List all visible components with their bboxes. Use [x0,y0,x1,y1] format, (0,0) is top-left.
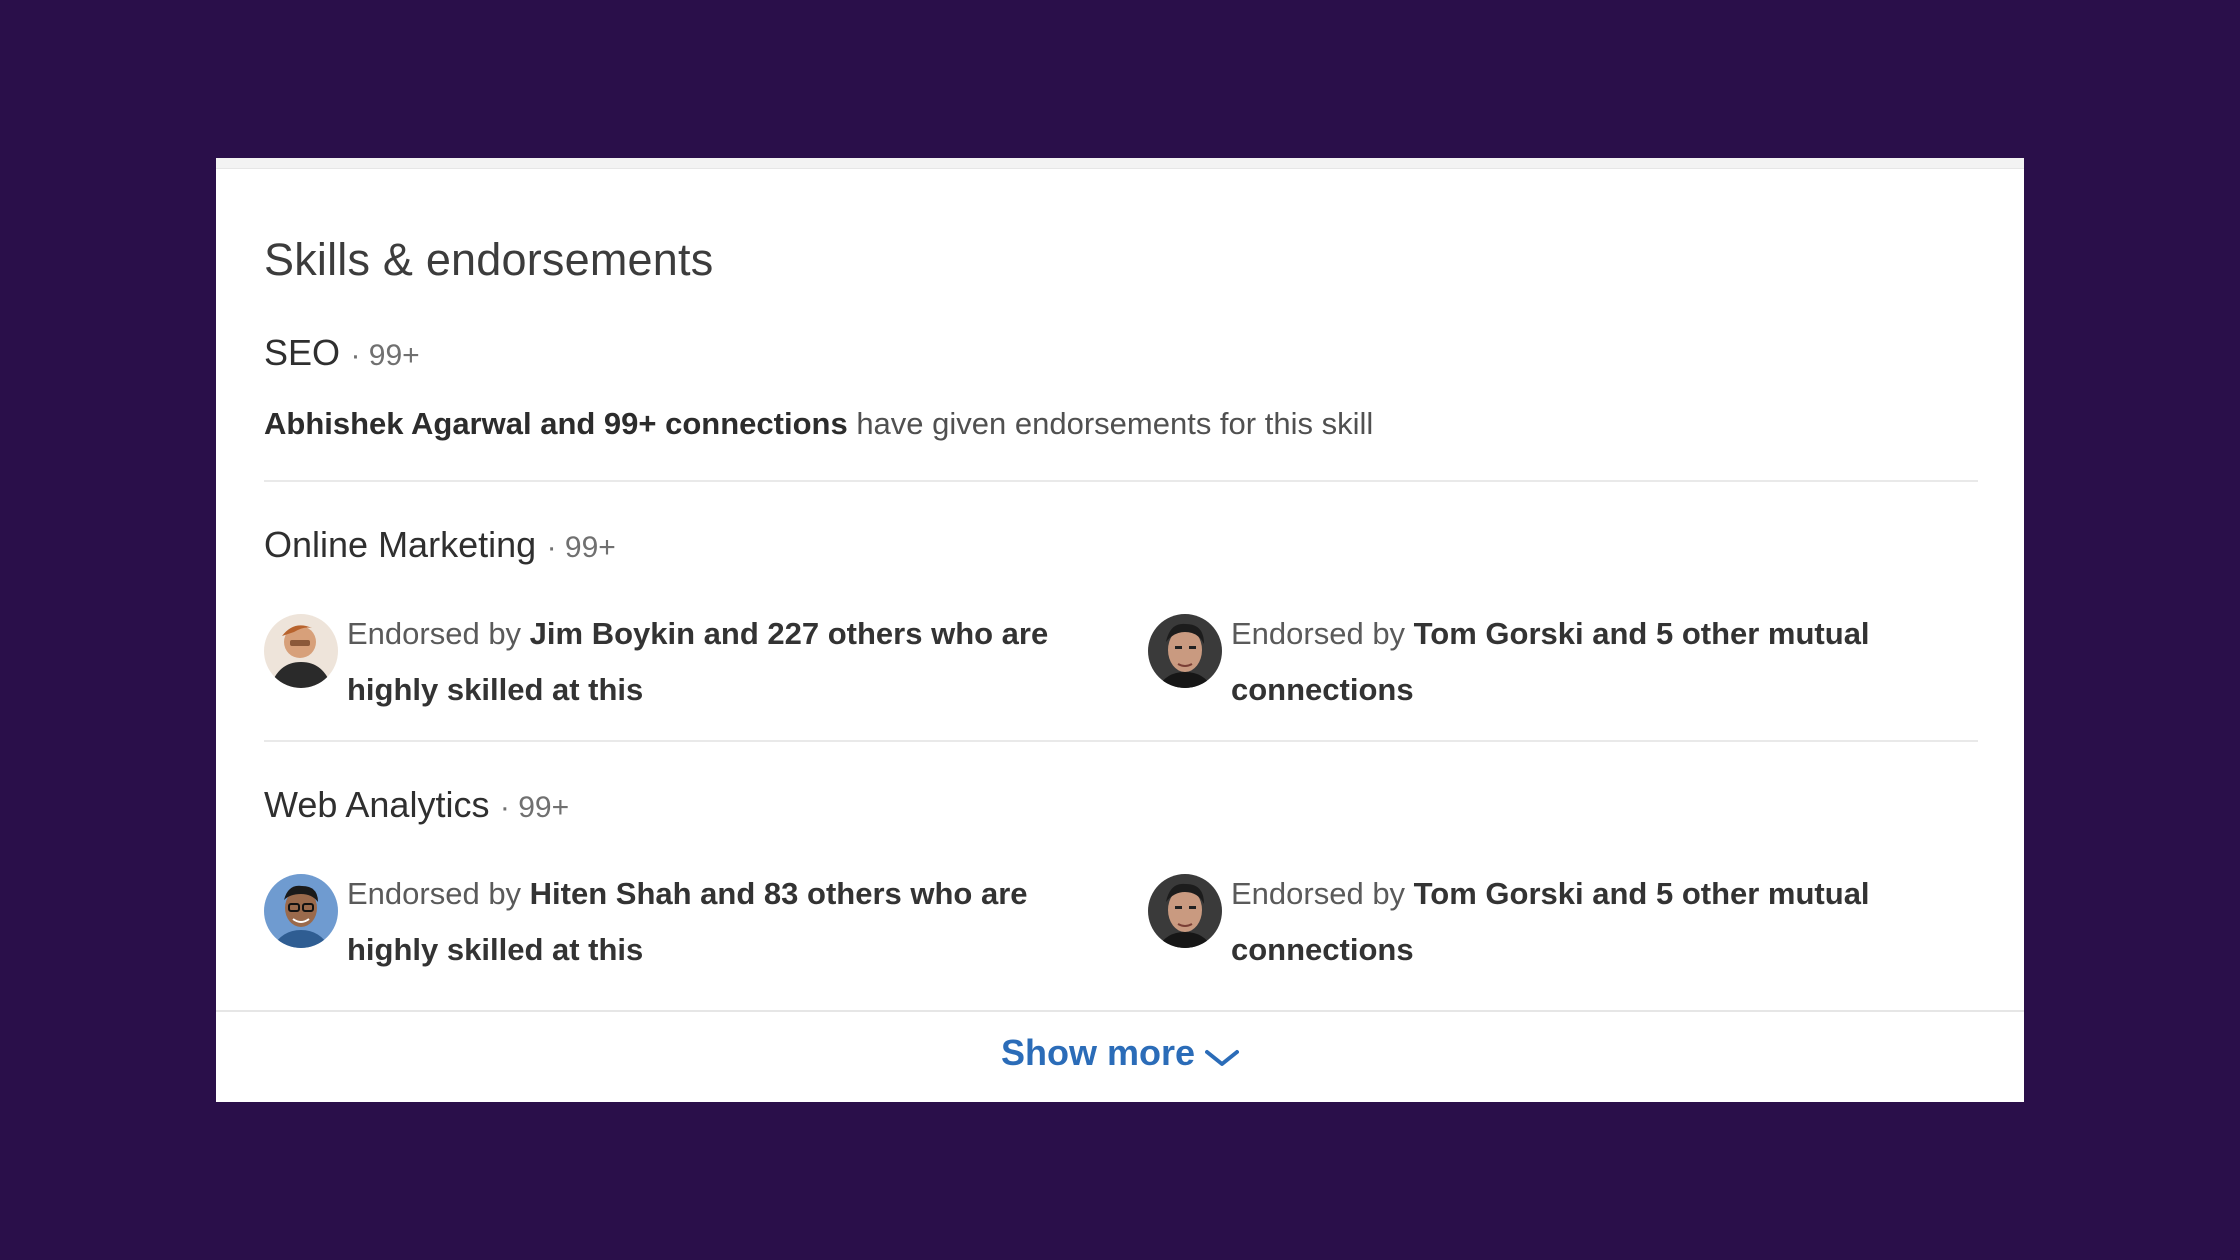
person-photo-tom-gorski-icon [1148,874,1222,948]
avatar[interactable] [264,874,338,948]
endorsed-by-label: Endorsed by [1231,876,1414,911]
person-photo-jim-boykin-icon [264,614,338,688]
endorsed-by-label: Endorsed by [347,616,530,651]
person-photo-hiten-shah-icon [264,874,338,948]
skill-seo-summary: Abhishek Agarwal and 99+ connections hav… [264,406,1373,442]
divider [264,740,1978,742]
endorsement-text: Endorsed by Tom Gorski and 5 other mutua… [1231,606,1951,718]
skill-name[interactable]: Web Analytics [264,784,489,825]
card-footer: Show more [216,1010,2024,1104]
section-title: Skills & endorsements [264,234,714,285]
endorsement-text: Endorsed by Jim Boykin and 227 others wh… [347,606,1067,718]
endorsement-count: · 99+ [499,791,570,824]
summary-connections-link[interactable]: Abhishek Agarwal and 99+ connections [264,406,848,441]
summary-text: have given endorsements for this skill [847,406,1374,441]
endorsement-count: · 99+ [546,531,616,564]
card-top-edge [216,158,2024,169]
skill-web-analytics-header[interactable]: Web Analytics · 99+ [264,784,569,826]
show-more-button[interactable]: Show more [1000,1032,1240,1074]
avatar[interactable] [1148,874,1222,948]
endorsement-text: Endorsed by Tom Gorski and 5 other mutua… [1231,866,1951,978]
avatar[interactable] [264,614,338,688]
skill-name[interactable]: SEO [264,332,340,373]
avatar[interactable] [1148,614,1222,688]
endorsed-by-label: Endorsed by [347,876,530,911]
chevron-down-icon [1205,1050,1240,1066]
person-photo-tom-gorski-icon [1148,614,1222,688]
endorsement-text: Endorsed by Hiten Shah and 83 others who… [347,866,1067,978]
endorsed-by-label: Endorsed by [1231,616,1414,651]
skills-card: Skills & endorsements SEO · 99+ Abhishek… [216,158,2024,1102]
skill-seo-header[interactable]: SEO · 99+ [264,332,420,374]
skill-name[interactable]: Online Marketing [264,524,536,565]
skill-online-marketing-header[interactable]: Online Marketing · 99+ [264,524,616,566]
show-more-label: Show more [1000,1032,1196,1073]
divider [264,480,1978,482]
endorsement-count: · 99+ [350,339,420,372]
